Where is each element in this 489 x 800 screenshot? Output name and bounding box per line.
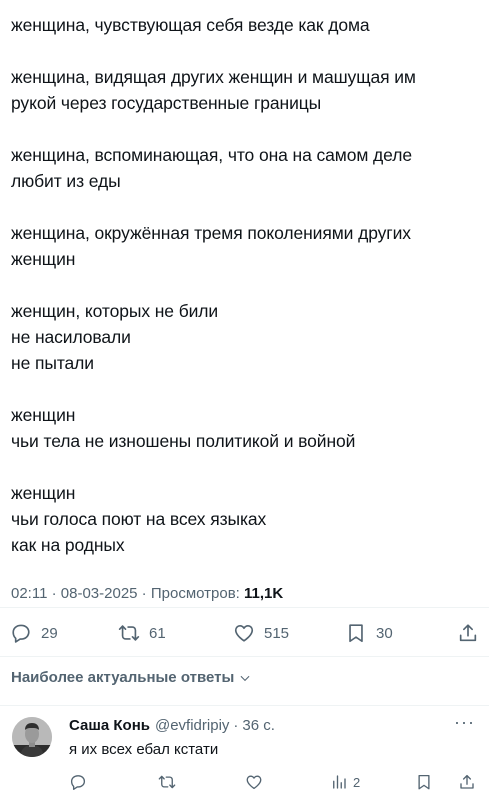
reply-views-count: 2 <box>353 774 361 790</box>
tweet-line: не пытали <box>11 353 94 373</box>
tweet-line: женщина, окружённая тремя поколениями др… <box>11 223 411 243</box>
views-label: Просмотров: <box>150 585 245 602</box>
reply-like-button[interactable] <box>245 769 263 795</box>
tweet-line: любит из еды <box>11 171 121 191</box>
retweet-button[interactable]: 61 <box>118 617 166 649</box>
tweet-paragraph: женщина, чувствующая себя везде как дома <box>11 12 481 38</box>
tweet-line: женщин <box>11 405 76 425</box>
tweet-line: как на родных <box>11 535 125 555</box>
tweet-paragraph: женщин чьи тела не изношены политикой и … <box>11 402 481 454</box>
tweet-paragraph: женщина, вспоминающая, что она на самом … <box>11 142 481 194</box>
bookmark-icon <box>418 774 430 790</box>
reply-author-name[interactable]: Саша Конь <box>69 717 150 734</box>
bookmark-icon <box>349 624 363 643</box>
tweet-paragraph: женщина, видящая других женщин и машущая… <box>11 64 481 116</box>
tweet-line: женщин, которых не били <box>11 301 219 321</box>
reply-author-handle[interactable]: @evfidripiy <box>155 717 229 734</box>
tweet-line: женщина, чувствующая себя везде как дома <box>11 15 370 35</box>
reply-header: Саша Конь @evfidripiy · 36 с. <box>69 717 275 734</box>
tweet-line: женщин <box>11 249 76 269</box>
tweet-line: рукой через государственные границы <box>11 93 322 113</box>
replies-sort-dropdown[interactable]: Наиболее актуальные ответы <box>11 669 252 686</box>
chevron-down-icon <box>240 675 250 681</box>
meta-separator: · <box>137 585 151 602</box>
tweet-actions-bar: 29 61 515 30 <box>0 617 489 649</box>
more-options-button[interactable]: ··· <box>454 712 475 733</box>
share-button[interactable] <box>457 617 479 649</box>
tweet-paragraph: женщина, окружённая тремя поколениями др… <box>11 220 481 272</box>
reply-count: 29 <box>41 624 58 642</box>
reply-icon <box>12 624 30 643</box>
like-button[interactable]: 515 <box>233 617 289 649</box>
tweet-line: чьи голоса поют на всех языках <box>11 509 267 529</box>
tweet-body: женщина, чувствующая себя везде как дома… <box>11 12 481 584</box>
tweet-time[interactable]: 02:11 <box>11 585 47 602</box>
tweet-line: женщин <box>11 483 76 503</box>
share-icon <box>459 624 477 642</box>
reply-separator: · <box>233 717 239 734</box>
reply-actions-bar: 2 <box>0 769 489 795</box>
tweet-paragraph: женщин чьи голоса поют на всех языках ка… <box>11 480 481 558</box>
reply-reply-button[interactable] <box>69 769 87 795</box>
reply-views-button[interactable]: 2 <box>330 769 360 795</box>
more-icon: ··· <box>454 712 475 732</box>
heart-icon <box>234 625 254 642</box>
tweet-paragraph: женщин, которых не били не насиловали не… <box>11 298 481 376</box>
tweet-line: женщина, видящая других женщин и машущая… <box>11 67 416 87</box>
share-icon <box>460 774 474 789</box>
tweet-line: не насиловали <box>11 327 131 347</box>
replies-sort-label: Наиболее актуальные ответы <box>11 669 235 686</box>
divider <box>0 656 489 657</box>
reply-time[interactable]: 36 с. <box>242 717 275 734</box>
divider <box>0 705 489 706</box>
reply-bookmark-button[interactable] <box>415 769 433 795</box>
avatar-photo <box>12 717 52 757</box>
retweet-count: 61 <box>149 624 166 642</box>
retweet-icon <box>158 775 176 789</box>
avatar[interactable] <box>12 717 52 757</box>
meta-separator: · <box>47 585 61 602</box>
divider <box>0 607 489 608</box>
reply-button[interactable]: 29 <box>10 617 58 649</box>
bookmark-count: 30 <box>376 624 393 642</box>
bookmark-button[interactable]: 30 <box>345 617 393 649</box>
reply-icon <box>70 775 86 790</box>
tweet-line: женщина, вспоминающая, что она на самом … <box>11 145 412 165</box>
analytics-icon <box>333 775 346 789</box>
views-count: 11,1K <box>244 585 284 602</box>
tweet-date[interactable]: 08-03-2025 <box>61 585 138 602</box>
reply-text: я их всех ебал кстати <box>69 741 219 758</box>
like-count: 515 <box>264 624 290 642</box>
reply-share-button[interactable] <box>458 769 476 795</box>
tweet-meta: 02:11 · 08-03-2025 · Просмотров: 11,1K <box>11 585 283 602</box>
tweet-line: чьи тела не изношены политикой и войной <box>11 431 356 451</box>
reply-retweet-button[interactable] <box>158 769 176 795</box>
retweet-icon <box>118 625 140 641</box>
heart-icon <box>246 775 262 790</box>
